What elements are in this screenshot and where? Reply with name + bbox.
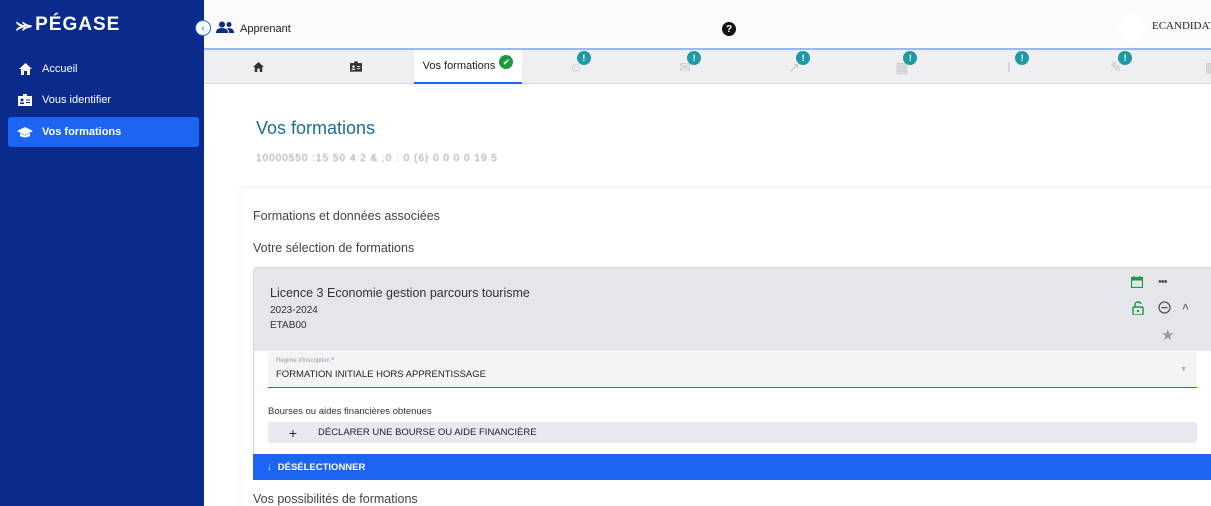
deselect-button[interactable]: ↓ DÉSÉLECTIONNER: [253, 454, 1211, 480]
tab-step-5[interactable]: ✉!: [631, 50, 739, 84]
required-mark: *: [331, 358, 334, 364]
chevron-up-icon[interactable]: ˄: [1182, 300, 1189, 314]
sidebar-item-label: Accueil: [42, 63, 78, 75]
face-icon: ☺!: [569, 51, 591, 75]
help-icon[interactable]: ?: [722, 22, 736, 36]
remove-icon[interactable]: [1158, 301, 1171, 317]
tab-step-10[interactable]: ▦: [1158, 50, 1211, 84]
graduation-cap-icon: [16, 126, 34, 138]
tab-accueil[interactable]: [204, 50, 312, 84]
step-tabs: Vos formations ✔ ☺! ✉! ↗! ▦! ǀ! ✎! ▦: [204, 48, 1211, 84]
sidebar-item-label: Vous identifier: [42, 94, 112, 106]
calendar-icon[interactable]: [1130, 276, 1144, 291]
alert-badge: !: [576, 51, 591, 65]
mail-icon: ✉!: [679, 50, 702, 76]
id-card-icon: [16, 94, 34, 106]
tab-step-4[interactable]: ☺!: [522, 50, 630, 84]
username[interactable]: ECANDIDAT_: [1152, 20, 1211, 32]
check-badge-icon: ✔: [499, 55, 514, 69]
tab-step-9[interactable]: ✎!: [1062, 50, 1170, 84]
sidebar: ⪼ PÉGASE Accueil Vous identifier Vos for…: [0, 0, 204, 506]
regime-select[interactable]: Régime d'inscription * FORMATION INITIAL…: [268, 352, 1197, 388]
section-title-possibilites: Vos possibilités de formations: [253, 492, 418, 506]
deselect-label: DÉSÉLECTIONNER: [277, 461, 366, 473]
tab-vos-formations[interactable]: Vos formations ✔: [414, 50, 522, 84]
page-title: Vos formations: [256, 118, 376, 138]
avatar[interactable]: [1118, 14, 1146, 42]
formation-year: 2023-2024: [270, 305, 318, 316]
plus-icon: +: [288, 424, 298, 441]
alert-badge: !: [1015, 51, 1030, 65]
tab-step-6[interactable]: ↗!: [740, 50, 848, 84]
unlock-icon[interactable]: [1132, 301, 1144, 318]
declare-bourse-button[interactable]: + DÉCLARER UNE BOURSE OU AIDE FINANCIÈRE: [268, 422, 1197, 443]
role-indicator[interactable]: Apprenant: [216, 21, 291, 36]
calculator-icon: ▦!: [895, 50, 918, 76]
top-bar: Apprenant ? ECANDIDAT_: [204, 0, 1211, 48]
sidebar-item-accueil[interactable]: Accueil: [8, 54, 199, 84]
dropdown-caret-icon: ▼: [1180, 366, 1187, 373]
bourses-label: Bourses ou aides financières obtenues: [268, 406, 432, 417]
home-icon: [252, 59, 264, 75]
id-card-icon: [350, 59, 362, 75]
declare-bourse-label: DÉCLARER UNE BOURSE OU AIDE FINANCIÈRE: [318, 427, 537, 438]
brand-name: PÉGASE: [35, 14, 121, 35]
regime-label: Régime d'inscription *: [276, 358, 334, 364]
brand-logo[interactable]: ⪼ PÉGASE: [16, 14, 120, 36]
tab-step-8[interactable]: ǀ!: [955, 50, 1063, 84]
chart-icon: ↗!: [788, 50, 811, 76]
tab-step-7[interactable]: ▦!: [848, 50, 956, 84]
alert-badge: !: [687, 50, 702, 65]
pen-icon: ✎!: [1110, 50, 1133, 76]
formation-name: Licence 3 Economie gestion parcours tour…: [270, 286, 530, 300]
collapse-sidebar-button[interactable]: ‹: [195, 20, 211, 36]
formation-panel[interactable]: Licence 3 Economie gestion parcours tour…: [253, 267, 1211, 351]
star-icon[interactable]: ★: [1161, 326, 1174, 344]
blurred-identifier-text: 10000550 :15 50 4 2 & ;0 : 0 (6) 0 0 0 0…: [256, 153, 498, 164]
grid-icon: ▦: [1205, 59, 1211, 76]
alert-badge: !: [796, 50, 811, 65]
chevron-left-icon: ‹: [201, 22, 205, 34]
section-title-formations-donnees: Formations et données associées: [253, 209, 440, 223]
regime-label-text: Régime d'inscription: [276, 358, 330, 364]
users-icon: [216, 21, 234, 36]
sidebar-item-vos-formations[interactable]: Vos formations: [8, 117, 199, 147]
alert-badge: !: [903, 50, 918, 65]
arrow-down-icon: ↓: [267, 461, 272, 473]
paperclip-icon: ǀ!: [1007, 51, 1030, 75]
alert-badge: !: [1118, 50, 1133, 65]
pegasus-wing-icon: ⪼: [16, 15, 34, 34]
sidebar-item-vous-identifier[interactable]: Vous identifier: [8, 85, 199, 115]
home-icon: [16, 63, 34, 75]
role-label: Apprenant: [240, 22, 291, 35]
formation-etab: ETAB00: [270, 320, 307, 331]
section-title-selection: Votre sélection de formations: [253, 241, 415, 255]
tab-vous-identifier[interactable]: [302, 50, 410, 84]
more-options-icon[interactable]: •••: [1158, 276, 1168, 288]
regime-value: FORMATION INITIALE HORS APPRENTISSAGE: [276, 369, 486, 380]
sidebar-item-label: Vos formations: [42, 126, 122, 138]
tab-label: Vos formations: [422, 60, 496, 72]
